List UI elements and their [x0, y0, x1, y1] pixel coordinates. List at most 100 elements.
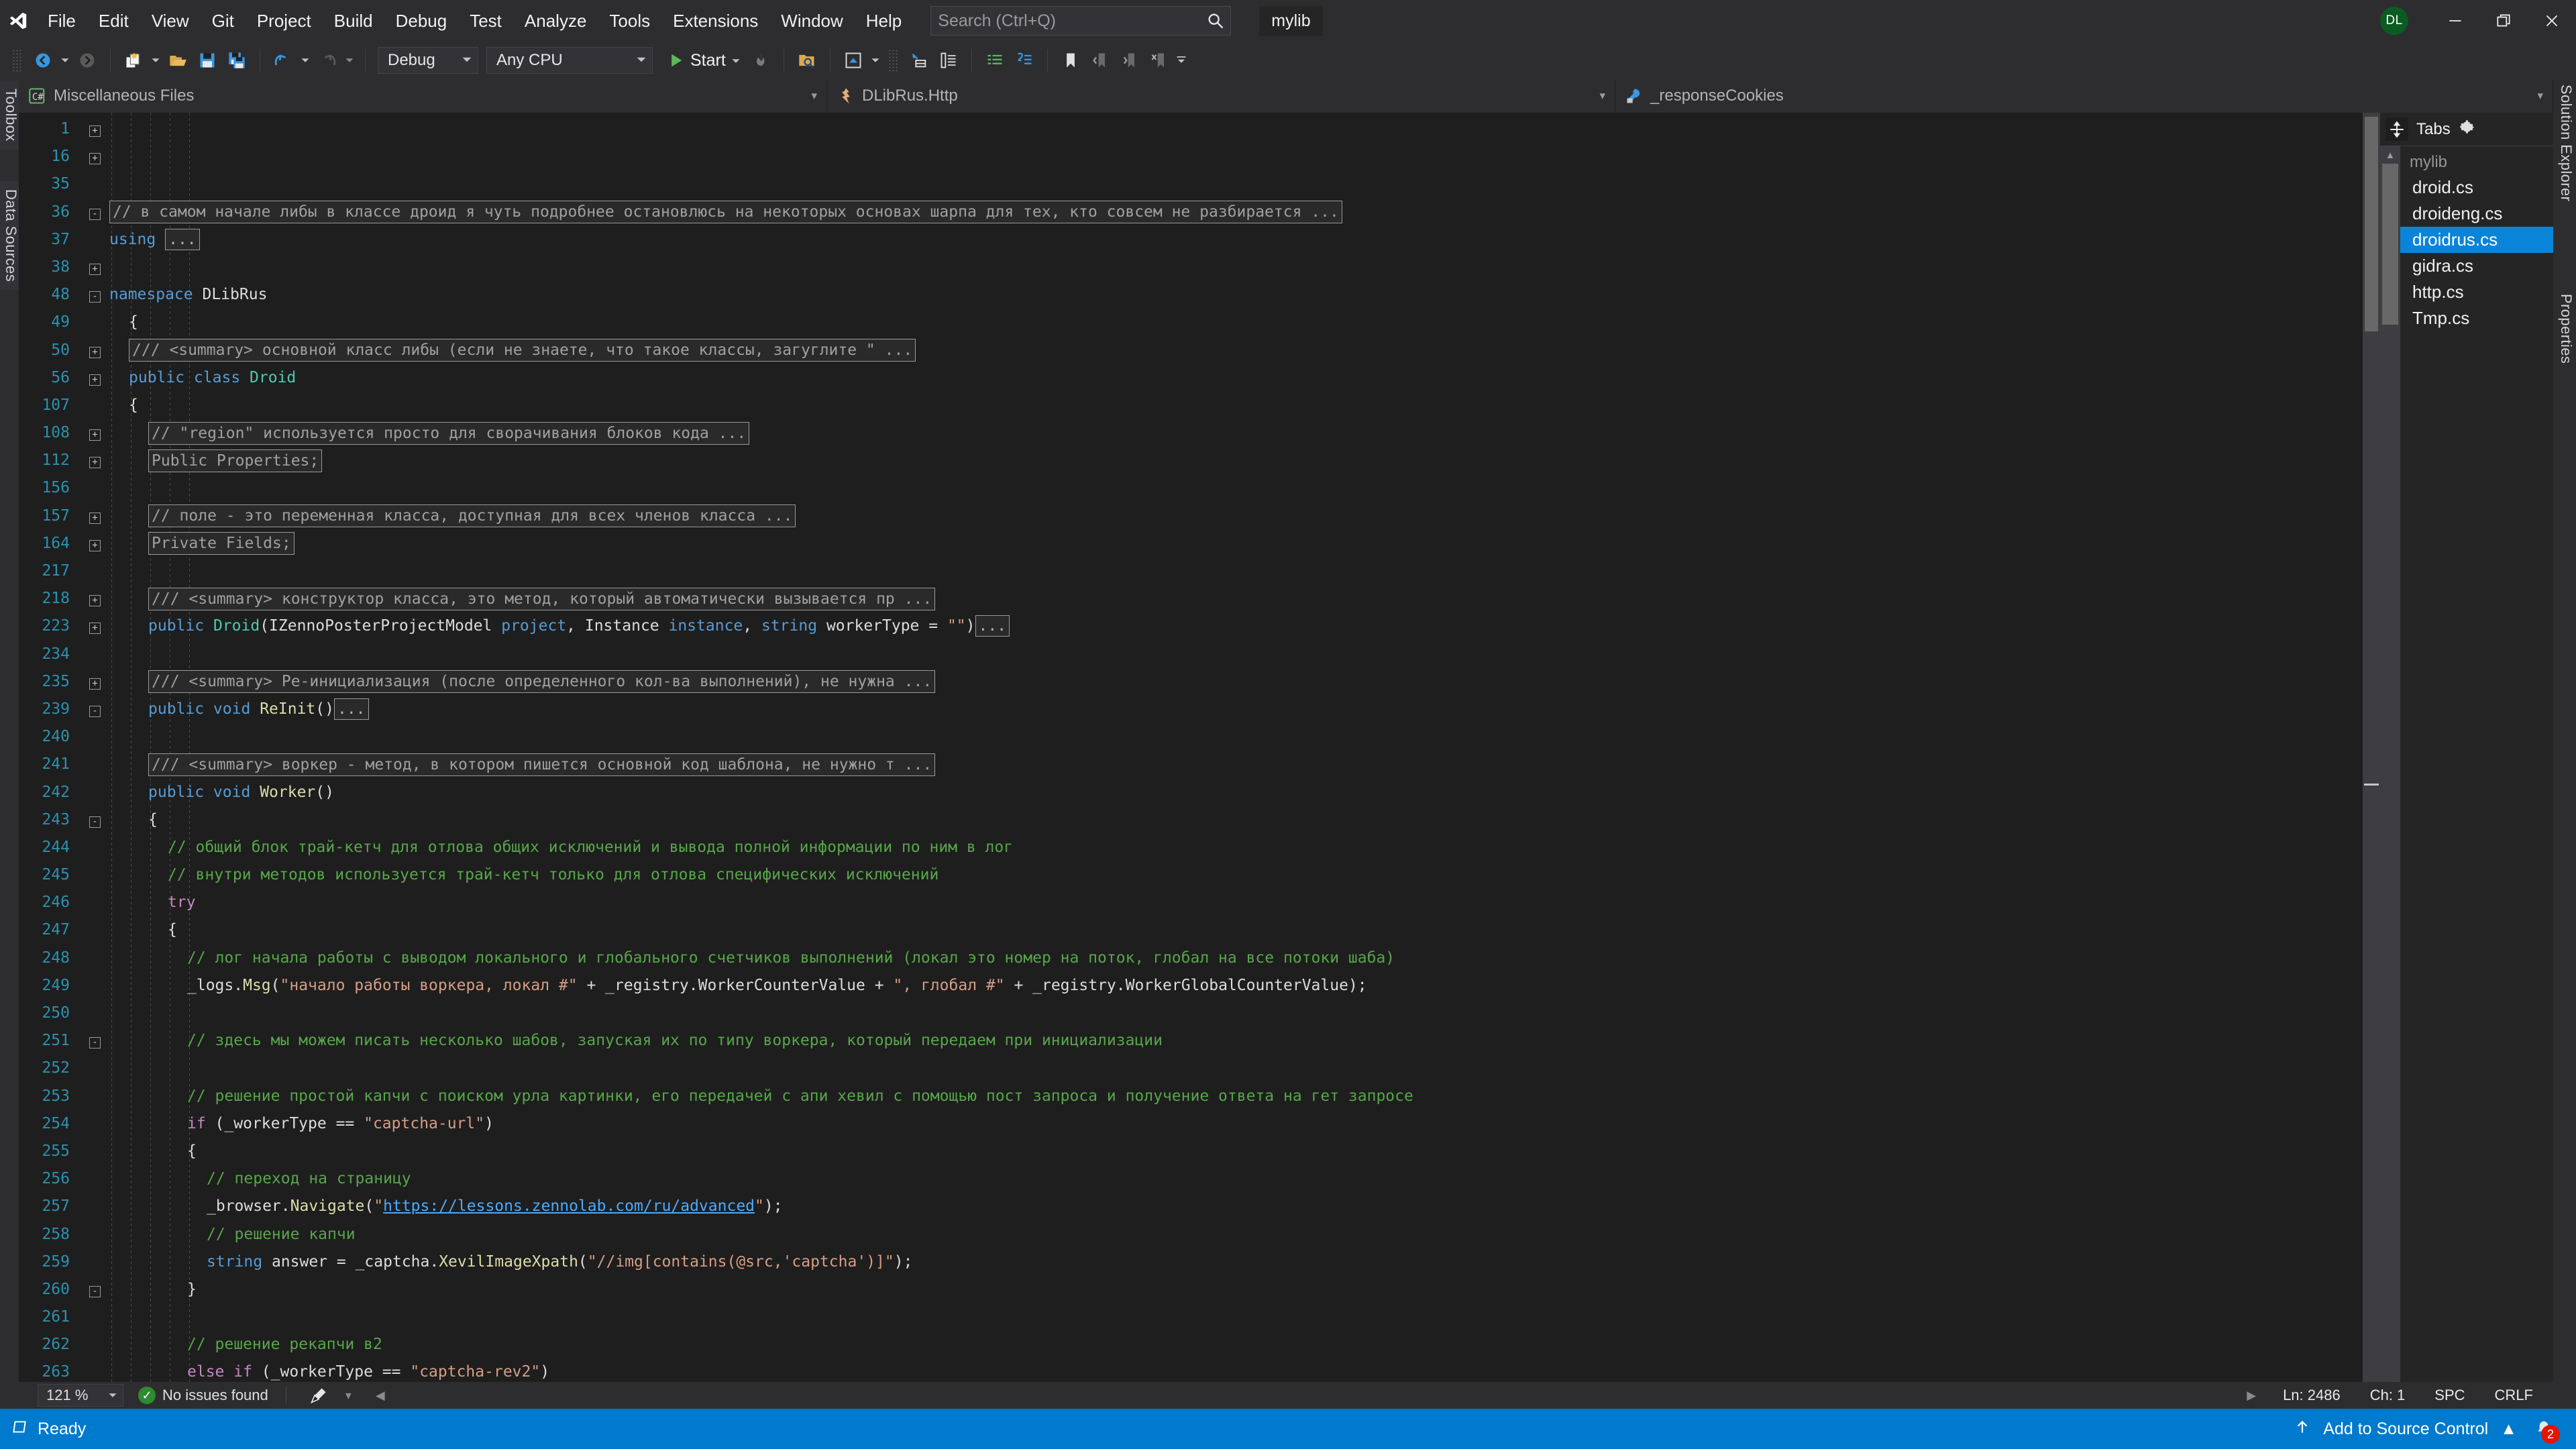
- code-line[interactable]: // здесь мы можем писать несколько шабов…: [109, 1027, 2363, 1055]
- code-line[interactable]: Public Properties;: [109, 447, 2363, 474]
- outline-toggle[interactable]: -: [89, 199, 109, 226]
- clear-bookmarks-icon[interactable]: [1144, 46, 1174, 75]
- solution-explorer-dropdown-caret-icon[interactable]: [868, 46, 883, 75]
- minimize-icon[interactable]: [2431, 0, 2479, 42]
- code-line[interactable]: {: [109, 916, 2363, 944]
- menu-file[interactable]: File: [36, 0, 87, 42]
- restore-icon[interactable]: [2479, 0, 2528, 42]
- outline-toggle[interactable]: +: [89, 530, 109, 557]
- task-list-icon[interactable]: [980, 46, 1010, 75]
- document-tab-dlibrus-http[interactable]: DLibRus.Http ▾: [827, 79, 1615, 113]
- menu-build[interactable]: Build: [323, 0, 384, 42]
- new-file-dropdown-caret-icon[interactable]: [148, 46, 163, 75]
- menu-analyze[interactable]: Analyze: [513, 0, 598, 42]
- code-line[interactable]: public void Worker(): [109, 779, 2363, 806]
- code-line[interactable]: // решение рекапчи в2: [109, 1331, 2363, 1358]
- solution-explorer-icon[interactable]: [839, 46, 868, 75]
- code-line[interactable]: // в самом начале либы в классе дроид я …: [109, 199, 2363, 226]
- menu-project[interactable]: Project: [246, 0, 323, 42]
- menu-test[interactable]: Test: [458, 0, 513, 42]
- code-line[interactable]: // поле - это переменная класса, доступн…: [109, 502, 2363, 530]
- code-line[interactable]: // решение капчи: [109, 1221, 2363, 1248]
- redo-icon[interactable]: [313, 46, 342, 75]
- tabs-panel-scrollbar-thumb[interactable]: [2382, 164, 2398, 325]
- code-line[interactable]: public Droid(IZennoPosterProjectModel pr…: [109, 612, 2363, 640]
- outline-toggle[interactable]: +: [89, 143, 109, 170]
- chevron-down-icon[interactable]: ▾: [803, 89, 817, 103]
- code-line[interactable]: [109, 557, 2363, 585]
- outline-toggle[interactable]: -: [89, 806, 109, 834]
- menu-view[interactable]: View: [140, 0, 201, 42]
- code-line[interactable]: string answer = _captcha.XevilImageXpath…: [109, 1248, 2363, 1276]
- chevron-down-icon[interactable]: ▾: [2529, 89, 2543, 103]
- code-line[interactable]: {: [109, 1138, 2363, 1165]
- tabs-item-http-cs[interactable]: http.cs: [2400, 279, 2553, 305]
- expand-right-icon[interactable]: ▶: [2235, 1389, 2268, 1403]
- code-line[interactable]: // общий блок трай-кетч для отлова общих…: [109, 834, 2363, 861]
- code-line[interactable]: Private Fields;: [109, 530, 2363, 557]
- document-tab-miscellaneous-files[interactable]: C# Miscellaneous Files ▾: [19, 79, 827, 113]
- menu-help[interactable]: Help: [855, 0, 913, 42]
- code-line[interactable]: _browser.Navigate("https://lessons.zenno…: [109, 1193, 2363, 1220]
- forward-arrow-icon[interactable]: [72, 46, 102, 75]
- zoom-combo[interactable]: 121 %: [38, 1384, 123, 1407]
- properties-icon[interactable]: [904, 46, 934, 75]
- search-box[interactable]: [930, 6, 1231, 36]
- code-line[interactable]: if (_workerType == "captcha-url"): [109, 1110, 2363, 1138]
- outline-toggle[interactable]: +: [89, 364, 109, 392]
- code-line[interactable]: using ...: [109, 226, 2363, 254]
- menu-tools[interactable]: Tools: [598, 0, 661, 42]
- code-line[interactable]: public void ReInit()...: [109, 696, 2363, 723]
- previous-bookmark-icon[interactable]: [1085, 46, 1115, 75]
- solution-configuration-combo[interactable]: Debug: [378, 47, 478, 74]
- code-line[interactable]: namespace DLibRus: [109, 281, 2363, 309]
- issues-indicator[interactable]: ✓ No issues found: [138, 1387, 268, 1404]
- code-line[interactable]: // "region" используется просто для свор…: [109, 419, 2363, 447]
- toolbox-icon[interactable]: [934, 46, 963, 75]
- outline-toggle[interactable]: -: [89, 1276, 109, 1303]
- spaces-indicator[interactable]: SPC: [2420, 1387, 2479, 1404]
- line-indicator[interactable]: Ln: 2486: [2268, 1387, 2355, 1404]
- back-dropdown-caret-icon[interactable]: [58, 46, 72, 75]
- menu-window[interactable]: Window: [769, 0, 854, 42]
- code-line[interactable]: {: [109, 806, 2363, 834]
- undo-dropdown-caret-icon[interactable]: [298, 46, 313, 75]
- bookmark-icon[interactable]: [1056, 46, 1085, 75]
- toolbar-grip-2[interactable]: [888, 49, 899, 72]
- new-file-icon[interactable]: [119, 46, 148, 75]
- scrollbar-thumb[interactable]: [2365, 117, 2378, 331]
- upload-arrow-icon[interactable]: [2294, 1418, 2311, 1440]
- code-line[interactable]: /// <summary> конструктор класса, это ме…: [109, 585, 2363, 612]
- code-content[interactable]: // в самом начале либы в классе дроид я …: [109, 113, 2363, 1382]
- tabs-item-tmp-cs[interactable]: Tmp.cs: [2400, 305, 2553, 331]
- tabs-item-droid-cs[interactable]: droid.cs: [2400, 174, 2553, 201]
- code-line[interactable]: {: [109, 309, 2363, 336]
- chevron-up-icon[interactable]: ▲: [2500, 1419, 2517, 1439]
- code-line[interactable]: else if (_workerType == "captcha-rev2"): [109, 1358, 2363, 1382]
- code-line[interactable]: // переход на страницу: [109, 1165, 2363, 1193]
- code-line[interactable]: }: [109, 1276, 2363, 1303]
- find-in-files-icon[interactable]: [792, 46, 822, 75]
- code-line[interactable]: // решение простой капчи с поиском урла …: [109, 1083, 2363, 1110]
- code-line[interactable]: /// <summary> основной класс либы (если …: [109, 337, 2363, 364]
- menu-git[interactable]: Git: [201, 0, 246, 42]
- outline-toggle[interactable]: +: [89, 254, 109, 281]
- tabs-item-droideng-cs[interactable]: droideng.cs: [2400, 201, 2553, 227]
- tabs-item-gidra-cs[interactable]: gidra.cs: [2400, 253, 2553, 279]
- avatar[interactable]: DL: [2380, 7, 2408, 35]
- code-editor[interactable]: 1163536373848495056107108112156157164217…: [19, 113, 2363, 1382]
- ink-dropdown-caret-icon[interactable]: ▾: [333, 1389, 364, 1403]
- outline-toggle[interactable]: +: [89, 419, 109, 447]
- code-line[interactable]: {: [109, 392, 2363, 419]
- code-line[interactable]: [109, 723, 2363, 751]
- scroll-up-arrow-icon[interactable]: ▲: [2380, 148, 2400, 162]
- code-line[interactable]: /// <summary> Ре-инициализация (после оп…: [109, 668, 2363, 696]
- glyph-margin[interactable]: [76, 113, 89, 1382]
- solution-platform-combo[interactable]: Any CPU: [486, 47, 653, 74]
- hot-reload-icon[interactable]: [746, 46, 775, 75]
- outline-toggle[interactable]: +: [89, 668, 109, 696]
- open-folder-icon[interactable]: [163, 46, 193, 75]
- add-to-source-control-label[interactable]: Add to Source Control: [2323, 1419, 2488, 1439]
- code-line[interactable]: [109, 1303, 2363, 1331]
- code-line[interactable]: [109, 1000, 2363, 1027]
